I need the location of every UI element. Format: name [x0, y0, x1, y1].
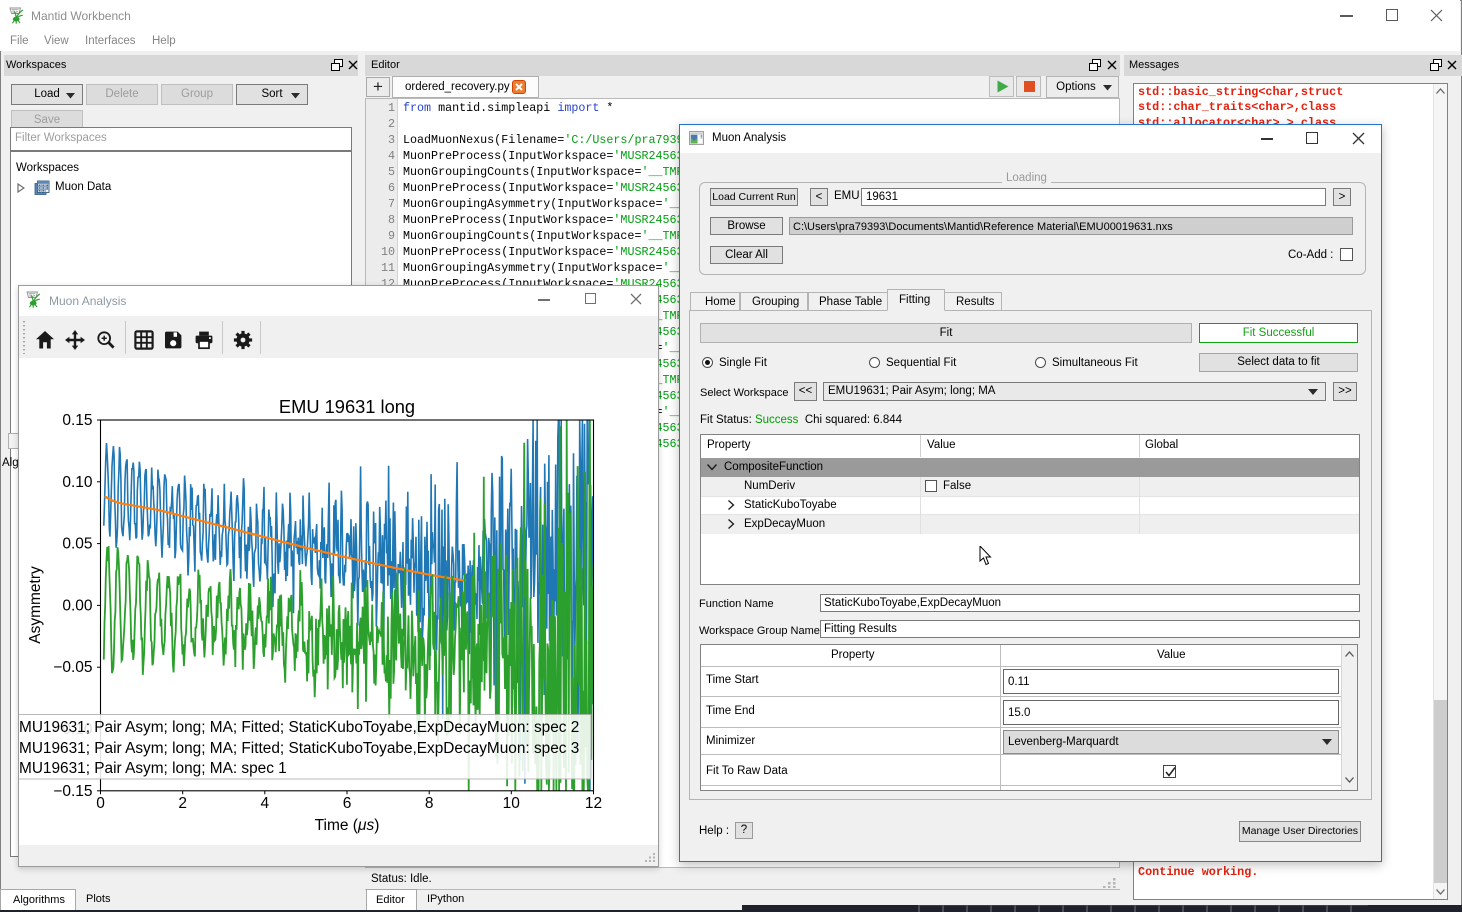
svg-text:0.15: 0.15	[62, 412, 92, 429]
svg-text:MU19631; Pair Asym; long; MA:: MU19631; Pair Asym; long; MA: spec 1	[19, 760, 287, 777]
svg-text:10: 10	[503, 795, 521, 812]
svg-text:0: 0	[96, 795, 105, 812]
svg-text:Time (μs): Time (μs)	[315, 817, 380, 834]
svg-text:4: 4	[260, 795, 269, 812]
svg-text:−0.05: −0.05	[53, 659, 92, 676]
svg-text:0.10: 0.10	[62, 474, 93, 491]
svg-text:MU19631; Pair Asym; long; MA;: MU19631; Pair Asym; long; MA; Fitted; St…	[19, 740, 579, 757]
svg-text:6: 6	[343, 795, 352, 812]
svg-text:EMU 19631 long: EMU 19631 long	[279, 396, 415, 417]
svg-text:0.05: 0.05	[62, 536, 92, 553]
svg-text:0.00: 0.00	[62, 597, 93, 614]
svg-text:8: 8	[425, 795, 434, 812]
svg-text:−0.15: −0.15	[53, 783, 92, 800]
svg-text:MU19631; Pair Asym; long; MA;: MU19631; Pair Asym; long; MA; Fitted; St…	[19, 719, 579, 736]
svg-text:12: 12	[585, 795, 602, 812]
svg-text:2: 2	[178, 795, 187, 812]
svg-text:Asymmetry: Asymmetry	[27, 566, 44, 644]
